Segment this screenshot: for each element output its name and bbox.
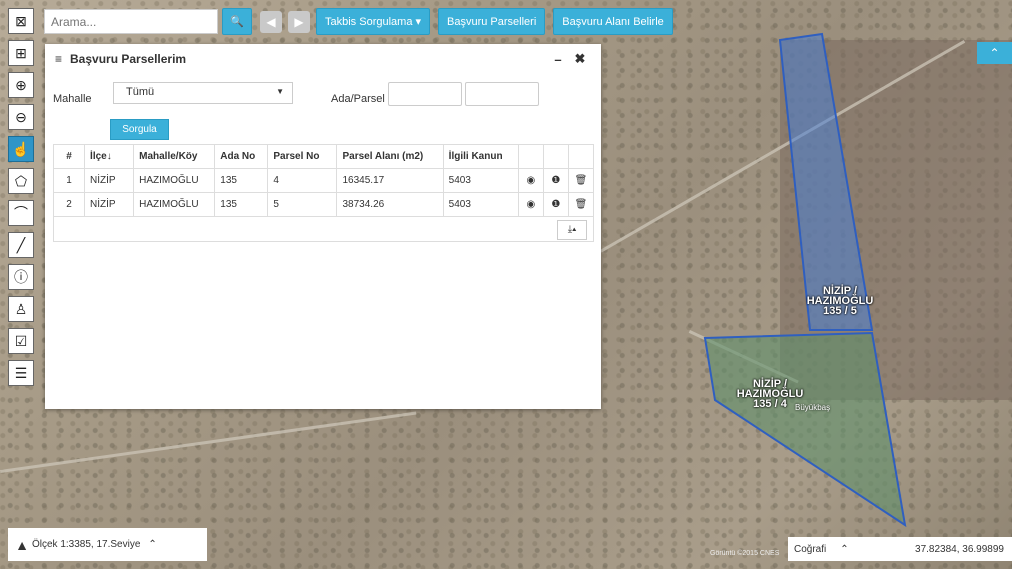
minimize-button[interactable]: – — [547, 52, 569, 67]
cell-index: 2 — [52, 192, 86, 217]
cell-index: 1 — [52, 168, 86, 193]
caret-down-icon: ▼ — [276, 87, 284, 96]
search-icon: 🔍 — [230, 16, 244, 28]
parcels-panel: ≡ Başvuru Parsellerim – ✖ Mahalle Tümü ▼… — [45, 44, 601, 409]
col-alan[interactable]: Parsel Alanı (m2) — [336, 144, 444, 169]
projection-label[interactable]: Coğrafi — [794, 544, 826, 555]
parsel-input[interactable] — [465, 82, 539, 106]
buyukbas-label: Büyükbaş — [795, 403, 831, 412]
download-icon: ⤓▴ — [567, 224, 577, 235]
panel-header: ≡ Başvuru Parsellerim – ✖ — [45, 44, 601, 74]
chevron-up-icon[interactable]: ⌃ — [840, 544, 848, 555]
grid-icon[interactable]: ⊞ — [8, 40, 34, 66]
polygon-icon[interactable]: ⬠ — [8, 168, 34, 194]
table-footer: ⤓▴ — [53, 216, 594, 242]
cell-mahalle: HAZIMOĞLU — [133, 192, 216, 217]
cell-parsel: 5 — [267, 192, 338, 217]
menu-icon: ≡ — [55, 52, 63, 66]
col-info — [542, 144, 569, 169]
mahalle-value: Tümü — [126, 86, 155, 98]
north-arrow-icon: ▲ — [15, 536, 29, 553]
expand-panel-button[interactable]: ⌃ — [977, 42, 1012, 64]
scale-bar: ▲ Ölçek 1:3385, 17.Seviye ⌃ — [8, 528, 207, 561]
document-list-icon[interactable]: ☰ — [8, 360, 34, 386]
table-row[interactable]: 1 NİZİP HAZIMOĞLU 135 4 16345.17 5403 ◉ … — [52, 168, 595, 193]
chevron-up-icon[interactable]: ⌃ — [148, 539, 156, 550]
col-delete — [567, 144, 595, 169]
table-header-row: # İlçe↓ Mahalle/Köy Ada No Parsel No Par… — [52, 144, 595, 169]
col-index: # — [52, 144, 86, 169]
line-icon[interactable]: ╱ — [8, 232, 34, 258]
map-toolbar: ⊠ ⊞ ⊕ ⊖ ☝ ⬠ ⌒ ╱ ⓘ ♙ ☑ ☰ — [8, 8, 36, 392]
eye-icon[interactable]: ◉ — [517, 192, 544, 217]
ada-parsel-label: Ada/Parsel — [331, 93, 385, 105]
hand-pointer-icon[interactable]: ☝ — [8, 136, 34, 162]
col-mahalle[interactable]: Mahalle/Köy — [133, 144, 216, 169]
cell-parsel: 4 — [267, 168, 338, 193]
back-circle-icon[interactable]: ◀ — [260, 10, 282, 33]
col-ada[interactable]: Ada No — [214, 144, 269, 169]
location-person-icon[interactable]: ♙ — [8, 296, 34, 322]
parcel-label-line: NİZİP / HAZIMOĞLU — [736, 378, 804, 400]
cell-ilce: NİZİP — [84, 168, 135, 193]
info-circle-icon[interactable]: ❶ — [542, 192, 569, 217]
export-dropdown-button[interactable]: ⤓▴ — [557, 220, 587, 240]
close-button[interactable]: ✖ — [569, 51, 591, 67]
col-view — [517, 144, 544, 169]
info-circle-icon[interactable]: ❶ — [542, 168, 569, 193]
define-area-button[interactable]: Başvuru Alanı Belirle — [553, 8, 673, 35]
table-row[interactable]: 2 NİZİP HAZIMOĞLU 135 5 38734.26 5403 ◉ … — [52, 192, 595, 217]
ada-input[interactable] — [388, 82, 462, 106]
cell-alan: 38734.26 — [336, 192, 444, 217]
filter-row: Mahalle Tümü ▼ Ada/Parsel — [53, 82, 593, 106]
cell-ada: 135 — [214, 192, 269, 217]
eye-icon[interactable]: ◉ — [517, 168, 544, 193]
parcel-label-line: 135 / 5 — [823, 305, 857, 317]
col-ilce[interactable]: İlçe↓ — [84, 144, 135, 169]
clipboard-check-icon[interactable]: ☑ — [8, 328, 34, 354]
parcel-135-5-label: NİZİP / HAZIMOĞLU 135 / 5 — [790, 285, 890, 317]
parcel-135-4-shape[interactable] — [703, 331, 907, 528]
parcel-label-line: NİZİP / HAZIMOĞLU — [806, 285, 874, 307]
info-icon[interactable]: ⓘ — [8, 264, 34, 290]
parcels-table: # İlçe↓ Mahalle/Köy Ada No Parsel No Par… — [52, 144, 595, 217]
chevron-up-icon: ⌃ — [989, 46, 1000, 60]
trash-icon[interactable]: 🗑 — [567, 168, 595, 193]
cell-kanun: 5403 — [442, 192, 519, 217]
trash-icon[interactable]: 🗑 — [567, 192, 595, 217]
search-button[interactable]: 🔍 — [222, 8, 252, 35]
application-parcels-button[interactable]: Başvuru Parselleri — [438, 8, 546, 35]
cell-kanun: 5403 — [442, 168, 519, 193]
mahalle-select[interactable]: Tümü ▼ — [113, 82, 293, 104]
cell-ada: 135 — [214, 168, 269, 193]
zoom-in-icon[interactable]: ⊕ — [8, 72, 34, 98]
panel-title: Başvuru Parsellerim — [70, 52, 187, 66]
query-button[interactable]: Sorgula — [110, 119, 169, 140]
layers-icon[interactable]: ⊠ — [8, 8, 34, 34]
cell-mahalle: HAZIMOĞLU — [133, 168, 216, 193]
scale-text: Ölçek 1:3385, 17.Seviye — [32, 539, 141, 550]
takbis-query-button[interactable]: Takbis Sorgulama ▾ — [316, 8, 431, 35]
cell-ilce: NİZİP — [84, 192, 135, 217]
zoom-out-icon[interactable]: ⊖ — [8, 104, 34, 130]
takbis-label: Takbis Sorgulama — [325, 15, 413, 28]
col-kanun[interactable]: İlgili Kanun — [442, 144, 519, 169]
parcel-label-line: 135 / 4 — [753, 398, 787, 410]
coordinate-bar: Coğrafi ⌃ 37.82384, 36.99899 — [788, 537, 1012, 561]
search-input[interactable] — [44, 9, 218, 34]
top-toolbar: 🔍 ◀ ▶ Takbis Sorgulama ▾ Başvuru Parsell… — [44, 8, 681, 35]
cell-alan: 16345.17 — [336, 168, 444, 193]
mahalle-label: Mahalle — [53, 93, 92, 105]
curve-icon[interactable]: ⌒ — [8, 200, 34, 226]
col-parsel[interactable]: Parsel No — [267, 144, 338, 169]
forward-circle-icon[interactable]: ▶ — [288, 10, 310, 33]
coordinate-value: 37.82384, 36.99899 — [915, 543, 1004, 555]
map-attribution: Görüntü ©2015 CNES — [710, 550, 780, 557]
